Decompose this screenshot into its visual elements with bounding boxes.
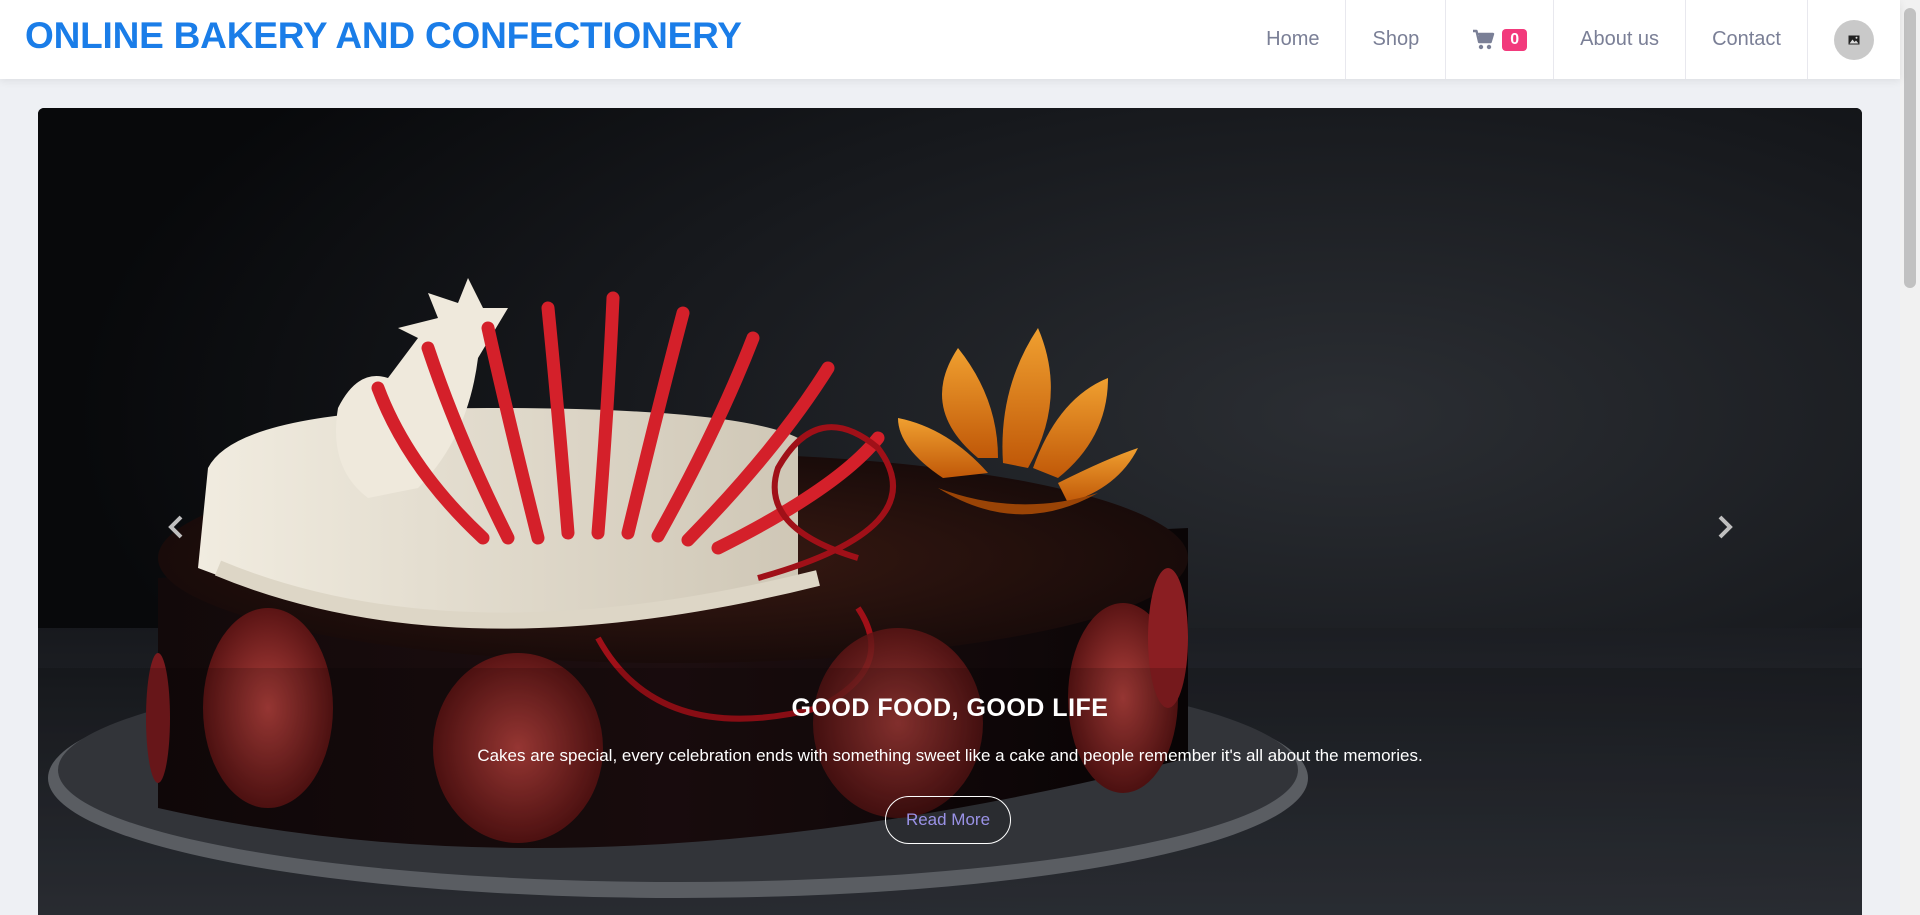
site-brand[interactable]: ONLINE BAKERY AND CONFECTIONERY [25, 12, 742, 60]
chevron-left-icon [168, 515, 183, 539]
cart-icon [1472, 29, 1496, 51]
page-scrollbar[interactable] [1900, 0, 1920, 915]
image-icon [1848, 35, 1860, 44]
cart-wrap: 0 [1472, 28, 1528, 51]
carousel-prev-button[interactable] [162, 512, 192, 542]
hero-carousel: GOOD FOOD, GOOD LIFE Cakes are special, … [38, 108, 1862, 915]
nav-shop-link[interactable]: Shop [1345, 0, 1445, 79]
scrollbar-thumb[interactable] [1904, 8, 1916, 288]
main-nav: Home Shop 0 About us Contact [1240, 0, 1900, 79]
read-more-button[interactable]: Read More [885, 796, 1011, 844]
navbar: ONLINE BAKERY AND CONFECTIONERY Home Sho… [0, 0, 1900, 79]
cake-image [38, 108, 1862, 915]
nav-cart-link[interactable]: 0 [1445, 0, 1553, 79]
nav-home-link[interactable]: Home [1240, 0, 1345, 79]
chevron-right-icon [1718, 515, 1733, 539]
nav-profile[interactable] [1807, 0, 1900, 79]
nav-contact-link[interactable]: Contact [1685, 0, 1807, 79]
avatar[interactable] [1834, 19, 1874, 60]
carousel-next-button[interactable] [1709, 512, 1739, 542]
cart-count-badge: 0 [1502, 28, 1528, 51]
hero-title: GOOD FOOD, GOOD LIFE [791, 694, 1109, 722]
nav-about-link[interactable]: About us [1553, 0, 1685, 79]
hero-text: Cakes are special, every celebration end… [477, 746, 1423, 765]
